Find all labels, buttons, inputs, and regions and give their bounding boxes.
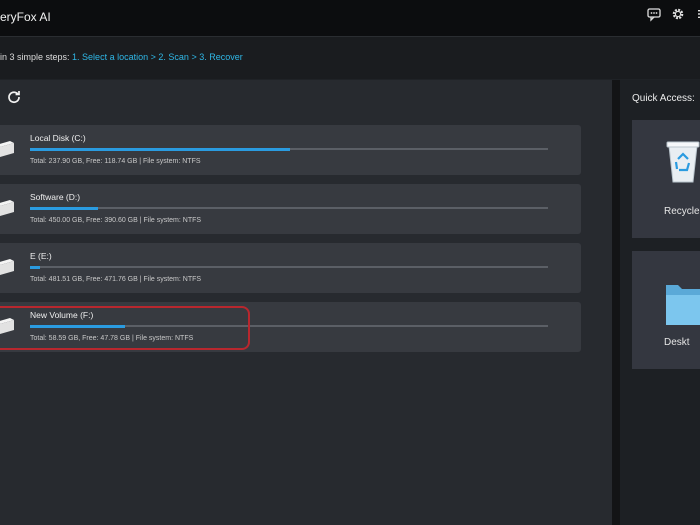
selection-highlight bbox=[0, 306, 250, 350]
step-scan: 2. Scan bbox=[158, 52, 189, 62]
quick-access-label: Deskt bbox=[664, 337, 690, 348]
drive-item-e[interactable]: E (E:) Total: 481.51 GB, Free: 471.76 GB… bbox=[0, 243, 581, 293]
drive-item-d[interactable]: Software (D:) Total: 450.00 GB, Free: 39… bbox=[0, 184, 581, 234]
step-select-location: 1. Select a location bbox=[72, 52, 149, 62]
app-title: eryFox AI bbox=[0, 10, 51, 24]
recycle-bin-icon bbox=[666, 141, 700, 183]
quick-access-desktop[interactable]: Deskt bbox=[632, 251, 700, 369]
usage-bar-fill bbox=[30, 265, 41, 269]
drive-name: E (E:) bbox=[30, 251, 52, 261]
usage-bar-fill bbox=[30, 206, 99, 210]
step-separator: > bbox=[150, 52, 156, 62]
refresh-icon[interactable] bbox=[7, 90, 21, 104]
steps-bar: in 3 simple steps: 1. Select a location … bbox=[0, 36, 700, 79]
chat-icon[interactable] bbox=[646, 6, 662, 22]
quick-access-title: Quick Access: bbox=[632, 93, 695, 104]
hard-drive-icon bbox=[0, 259, 14, 275]
usage-bar-fill bbox=[30, 147, 290, 151]
usage-bar bbox=[30, 147, 548, 151]
steps-prefix: in 3 simple steps: bbox=[0, 52, 70, 62]
folder-icon bbox=[666, 285, 700, 325]
steps-instructions: in 3 simple steps: 1. Select a location … bbox=[0, 52, 243, 62]
usage-bar bbox=[30, 206, 548, 210]
menu-icon[interactable] bbox=[692, 6, 700, 22]
drive-name: Software (D:) bbox=[30, 192, 81, 202]
drive-info: Total: 481.51 GB, Free: 471.76 GB | File… bbox=[30, 276, 202, 283]
quick-access-label: Recycle bbox=[664, 206, 700, 217]
drive-info: Total: 450.00 GB, Free: 390.60 GB | File… bbox=[30, 217, 202, 224]
usage-bar bbox=[30, 265, 548, 269]
hard-drive-icon bbox=[0, 200, 14, 216]
drive-info: Total: 237.90 GB, Free: 118.74 GB | File… bbox=[30, 158, 201, 165]
step-separator: > bbox=[191, 52, 197, 62]
drive-name: Local Disk (C:) bbox=[30, 133, 86, 143]
hard-drive-icon bbox=[0, 141, 14, 157]
title-bar: eryFox AI bbox=[0, 0, 700, 36]
step-recover: 3. Recover bbox=[199, 52, 243, 62]
panel-divider[interactable] bbox=[612, 80, 620, 525]
gear-icon[interactable] bbox=[670, 6, 686, 22]
quick-access-recycle-bin[interactable]: Recycle bbox=[632, 120, 700, 238]
drive-item-c[interactable]: Local Disk (C:) Total: 237.90 GB, Free: … bbox=[0, 125, 581, 175]
